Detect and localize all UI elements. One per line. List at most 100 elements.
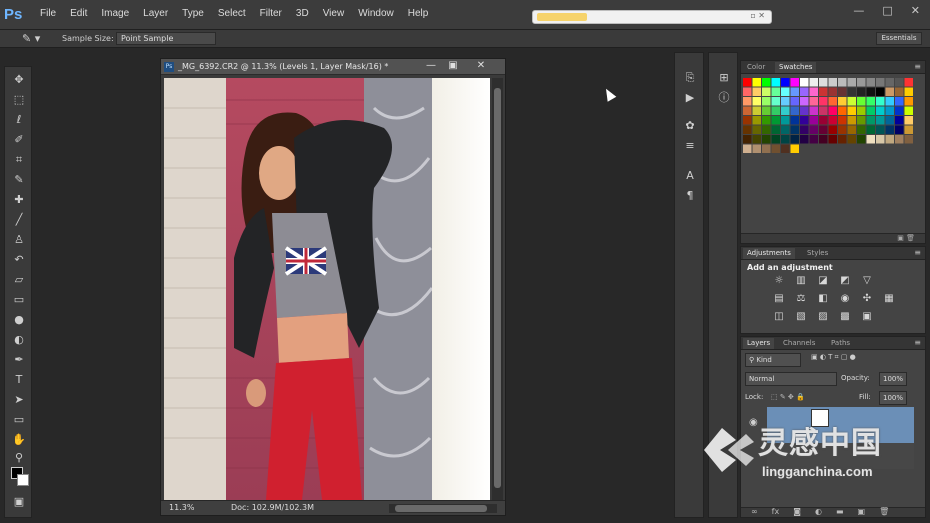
swatch-cell[interactable]: [904, 78, 914, 87]
swatch-cell[interactable]: [790, 97, 800, 106]
swatch-cell[interactable]: [781, 78, 790, 87]
blend-mode-select[interactable]: Normal: [745, 372, 837, 386]
swatch-cell[interactable]: [904, 87, 914, 97]
swatch-cell[interactable]: [828, 97, 838, 106]
layer-style-icon[interactable]: fx: [772, 507, 780, 516]
swatch-cell[interactable]: [847, 125, 857, 135]
swatch-cell[interactable]: [819, 106, 828, 116]
hand-tool-icon[interactable]: ✋: [11, 433, 27, 447]
swatch-cell[interactable]: [752, 87, 762, 97]
eyedropper-preset-icon[interactable]: ✎ ▾: [22, 32, 40, 45]
threshold-icon[interactable]: ▨: [815, 311, 831, 323]
tab-color[interactable]: Color: [743, 63, 769, 71]
history-brush-tool-icon[interactable]: ↶: [11, 253, 27, 267]
swatch-cell[interactable]: [771, 135, 781, 144]
swatch-cell[interactable]: [781, 125, 790, 135]
swatch-cell[interactable]: [866, 87, 876, 97]
exposure-icon[interactable]: ◩: [837, 275, 853, 287]
swatch-cell[interactable]: [743, 106, 752, 116]
color-lookup-icon[interactable]: ▦: [881, 293, 897, 305]
swatch-cell[interactable]: [743, 78, 752, 87]
horizontal-scrollbar[interactable]: [389, 504, 497, 513]
healing-brush-tool-icon[interactable]: ✚: [11, 193, 27, 207]
fill-input[interactable]: 100%: [879, 391, 907, 405]
screen-mode-icon[interactable]: ▣: [11, 495, 27, 509]
curves-icon[interactable]: ◪: [815, 275, 831, 287]
swatch-cell[interactable]: [819, 125, 828, 135]
swatch-cell[interactable]: [800, 116, 809, 125]
move-tool-icon[interactable]: ✥: [11, 73, 27, 87]
swatch-cell[interactable]: [752, 125, 762, 135]
swatch-cell[interactable]: [809, 97, 819, 106]
swatch-cell[interactable]: [781, 116, 790, 125]
menu-window[interactable]: Window: [358, 8, 394, 19]
swatch-cell[interactable]: [762, 78, 771, 87]
selective-color-icon[interactable]: ▣: [859, 311, 875, 323]
dodge-tool-icon[interactable]: ◐: [11, 333, 27, 347]
swatch-cell[interactable]: [895, 135, 904, 144]
close-button[interactable]: ✕: [911, 4, 920, 17]
menu-layer[interactable]: Layer: [143, 8, 168, 19]
channel-mixer-icon[interactable]: ✣: [859, 293, 875, 305]
background-color-swatch[interactable]: [17, 474, 29, 486]
swatch-cell[interactable]: [885, 116, 895, 125]
swatch-cell[interactable]: [904, 116, 914, 125]
swatch-cell[interactable]: [857, 106, 866, 116]
swatch-cell[interactable]: [819, 97, 828, 106]
swatch-cell[interactable]: [838, 106, 847, 116]
swatch-cell[interactable]: [781, 135, 790, 144]
swatch-cell[interactable]: [838, 97, 847, 106]
swatch-cell[interactable]: [819, 116, 828, 125]
color-balance-icon[interactable]: ⚖: [793, 293, 809, 305]
menu-3d[interactable]: 3D: [296, 8, 309, 19]
swatch-cell[interactable]: [885, 135, 895, 144]
swatch-cell[interactable]: [847, 106, 857, 116]
swatch-cell[interactable]: [762, 144, 771, 154]
tab-channels[interactable]: Channels: [779, 339, 819, 347]
tab-paths[interactable]: Paths: [827, 339, 854, 347]
doc-close-button[interactable]: ✕: [469, 59, 493, 73]
swatch-cell[interactable]: [885, 97, 895, 106]
document-title-bar[interactable]: Ps _MG_6392.CR2 @ 11.3% (Levels 1, Layer…: [161, 59, 505, 75]
swatch-cell[interactable]: [838, 116, 847, 125]
swatch-cell[interactable]: [857, 116, 866, 125]
swatch-cell[interactable]: [847, 87, 857, 97]
swatch-cell[interactable]: [847, 97, 857, 106]
menu-view[interactable]: View: [323, 8, 345, 19]
delete-layer-icon[interactable]: 🗑: [879, 507, 889, 516]
eraser-tool-icon[interactable]: ▱: [11, 273, 27, 287]
blur-tool-icon[interactable]: ●: [11, 313, 27, 327]
swatch-cell[interactable]: [895, 97, 904, 106]
swatch-cell[interactable]: [790, 116, 800, 125]
swatch-cell[interactable]: [885, 78, 895, 87]
swatch-cell[interactable]: [781, 87, 790, 97]
swatch-cell[interactable]: [809, 135, 819, 144]
swatch-cell[interactable]: [781, 106, 790, 116]
marquee-tool-icon[interactable]: ⬚: [11, 93, 27, 107]
tool-presets-panel-icon[interactable]: ≡: [683, 139, 697, 153]
document-size-info[interactable]: Doc: 102.9M/102.3M: [231, 503, 314, 512]
layer-filter-icons[interactable]: ▣ ◐ T ⌗ ▢ ●: [811, 353, 921, 367]
gradient-map-icon[interactable]: ▩: [837, 311, 853, 323]
menu-edit[interactable]: Edit: [70, 8, 87, 19]
levels-icon[interactable]: ▥: [793, 275, 809, 287]
swatch-cell[interactable]: [828, 125, 838, 135]
doc-minimize-button[interactable]: —: [419, 59, 443, 73]
photo-filter-icon[interactable]: ◉: [837, 293, 853, 305]
swatch-cell[interactable]: [790, 78, 800, 87]
swatch-cell[interactable]: [752, 97, 762, 106]
new-adjustment-icon[interactable]: ◐: [815, 507, 822, 516]
swatch-cell[interactable]: [800, 78, 809, 87]
lasso-tool-icon[interactable]: ℓ: [11, 113, 27, 127]
swatch-cell[interactable]: [857, 78, 866, 87]
swatch-cell[interactable]: [800, 106, 809, 116]
swatch-cell[interactable]: [857, 97, 866, 106]
swatch-cell[interactable]: [847, 116, 857, 125]
swatch-cell[interactable]: [838, 87, 847, 97]
pen-tool-icon[interactable]: ✒: [11, 353, 27, 367]
swatch-cell[interactable]: [866, 125, 876, 135]
swatch-cell[interactable]: [838, 78, 847, 87]
paragraph-panel-icon[interactable]: ¶: [683, 189, 697, 203]
swatch-cell[interactable]: [876, 125, 885, 135]
path-select-tool-icon[interactable]: ➤: [11, 393, 27, 407]
